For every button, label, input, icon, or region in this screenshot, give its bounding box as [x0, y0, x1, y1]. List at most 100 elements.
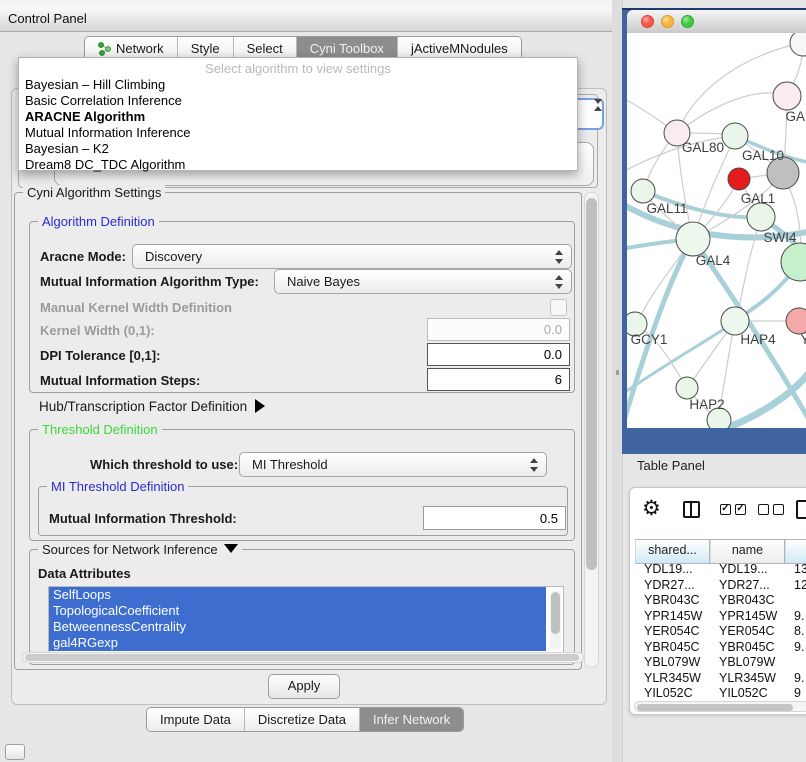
bottom-tabbar: Impute Data Discretize Data Infer Network	[146, 707, 464, 732]
column-header-shared[interactable]: shared...	[635, 540, 710, 563]
table-cell: 9.	[785, 640, 806, 656]
manual-kernel-label: Manual Kernel Width Definition	[40, 300, 232, 315]
show-panel-mini-button[interactable]	[5, 744, 25, 760]
network-node[interactable]	[721, 307, 749, 335]
algorithm-option-bayesian-k2[interactable]: Bayesian – K2	[19, 141, 577, 157]
table-cell: YPR145W	[710, 609, 785, 625]
network-view-canvas[interactable]: GALGAL80GAL10GAL1GAL11SWI4GAL4GCY1HAP4YH…	[627, 33, 806, 428]
data-attributes-list[interactable]: SelfLoopsTopologicalCoefficientBetweenne…	[48, 586, 564, 654]
network-node[interactable]	[722, 123, 748, 149]
network-node[interactable]	[631, 179, 655, 203]
column-header-name[interactable]: name	[710, 540, 785, 563]
tab-label: Impute Data	[160, 709, 231, 730]
algorithm-option-dream8-dc-tdc-algorithm[interactable]: Dream8 DC_TDC Algorithm	[19, 157, 577, 173]
sources-group-title[interactable]: Sources for Network Inference	[38, 542, 242, 557]
network-window-titlebar[interactable]	[627, 10, 806, 34]
divider-handle-icon[interactable]	[616, 370, 619, 375]
manual-kernel-checkbox[interactable]	[550, 299, 567, 316]
table-cell: 9	[785, 686, 806, 701]
network-edge[interactable]	[627, 97, 671, 129]
close-traffic-light[interactable]	[641, 15, 654, 28]
table-row[interactable]: YBL079WYBL079W	[635, 655, 806, 671]
table-header-row: shared...name	[635, 539, 806, 564]
data-attribute-item[interactable]: SelfLoops	[49, 587, 546, 603]
select-all-checks-icon[interactable]: ✓ ✓	[720, 504, 746, 515]
table-horizontal-scrollbar[interactable]	[634, 701, 806, 712]
kernel-width-label: Kernel Width (0,1):	[40, 323, 155, 338]
algorithm-option-mutual-information-inference[interactable]: Mutual Information Inference	[19, 125, 577, 141]
which-threshold-combobox[interactable]: MI Threshold	[239, 452, 547, 477]
table-cell	[785, 655, 806, 671]
mi-steps-field[interactable]	[427, 368, 570, 391]
tab-label: Cyni Toolbox	[310, 38, 384, 59]
table-cell: YIL052C	[635, 686, 710, 701]
network-edge[interactable]	[719, 369, 806, 428]
combo-spinner-icon	[555, 274, 563, 290]
network-node[interactable]	[790, 33, 806, 56]
tab-label: Infer Network	[373, 709, 450, 730]
algorithm-option-bayesian-hill-climbing[interactable]: Bayesian – Hill Climbing	[19, 77, 577, 93]
data-attribute-item[interactable]: BetweennessCentrality	[49, 619, 546, 635]
apply-button[interactable]: Apply	[268, 674, 340, 699]
network-node[interactable]	[676, 377, 698, 399]
network-node[interactable]	[786, 308, 806, 334]
aracne-mode-label: Aracne Mode:	[40, 249, 126, 264]
table-row[interactable]: YBR045CYBR045C9.	[635, 640, 806, 656]
collapse-arrow-icon	[224, 544, 238, 553]
network-node[interactable]	[773, 82, 801, 110]
tab-label: Discretize Data	[258, 709, 346, 730]
network-node[interactable]	[781, 243, 806, 281]
algorithm-option-basic-correlation-inference[interactable]: Basic Correlation Inference	[19, 93, 577, 109]
table-cell: 12	[785, 578, 806, 594]
table-cell: YDL19...	[635, 562, 710, 578]
hub-section-toggle[interactable]: Hub/Transcription Factor Definition	[39, 399, 265, 414]
aracne-mode-combobox[interactable]: Discovery	[132, 244, 572, 269]
settings-horizontal-scrollbar-thumb[interactable]	[25, 654, 579, 661]
attributes-scrollbar[interactable]	[550, 590, 561, 650]
network-node[interactable]	[747, 203, 775, 231]
column-header-hidden[interactable]	[785, 540, 806, 563]
table-row[interactable]: YBR043CYBR043C	[635, 593, 806, 609]
table-cell: YLR345W	[635, 671, 710, 687]
kernel-width-field[interactable]	[427, 318, 570, 341]
table-cell: YDR27...	[710, 578, 785, 594]
tab-label: Network	[116, 38, 164, 59]
bottom-tab-impute-data[interactable]: Impute Data	[147, 708, 244, 731]
split-view-icon[interactable]	[683, 501, 700, 518]
table-horizontal-scrollbar-thumb[interactable]	[637, 704, 793, 711]
gear-icon[interactable]: ⚙	[642, 498, 661, 520]
mi-threshold-field[interactable]	[423, 506, 566, 530]
table-row[interactable]: YDL19...YDL19...13	[635, 562, 806, 578]
application-root: Control Panel ✖ NetworkStyleSelectCyni T…	[0, 0, 806, 762]
attributes-scrollbar-thumb[interactable]	[551, 592, 560, 634]
data-attribute-item[interactable]: TopologicalCoefficient	[49, 603, 546, 619]
dpi-tolerance-field[interactable]	[427, 343, 570, 366]
bottom-tab-infer-network[interactable]: Infer Network	[359, 708, 463, 731]
table-row[interactable]: YIL052CYIL052C9	[635, 686, 806, 701]
network-node-label: GAL11	[646, 201, 687, 216]
bottom-tab-discretize-data[interactable]: Discretize Data	[244, 708, 359, 731]
unchecked-box-icon	[758, 504, 769, 515]
algorithm-option-aracne-algorithm[interactable]: ARACNE Algorithm	[19, 109, 577, 125]
settings-vertical-scrollbar-thumb[interactable]	[586, 198, 597, 570]
table-cell: YIL052C	[710, 686, 785, 701]
table-cell: 9.	[785, 671, 806, 687]
data-attribute-item[interactable]: gal4RGexp	[49, 635, 546, 651]
table-row[interactable]: YER054CYER054C8.	[635, 624, 806, 640]
network-node-label: Y	[800, 332, 806, 347]
table-row[interactable]: YPR145WYPR145W9.	[635, 609, 806, 625]
deselect-all-checks-icon[interactable]	[758, 504, 784, 515]
table-row[interactable]: YDR27...YDR27...12	[635, 578, 806, 594]
minimize-traffic-light[interactable]	[661, 15, 674, 28]
network-node-label: GAL	[785, 109, 806, 124]
network-node[interactable]	[728, 168, 750, 190]
checked-box-icon: ✓	[720, 504, 731, 515]
table-cell: YLR345W	[710, 671, 785, 687]
table-row[interactable]: YLR345WYLR345W9.	[635, 671, 806, 687]
document-icon[interactable]	[796, 500, 806, 519]
sources-group: Sources for Network Inference Data Attri…	[29, 549, 575, 665]
mi-type-combobox[interactable]: Naive Bayes	[274, 269, 572, 294]
zoom-traffic-light[interactable]	[681, 15, 694, 28]
network-node[interactable]	[676, 222, 710, 256]
threshold-definition-title: Threshold Definition	[38, 422, 162, 437]
